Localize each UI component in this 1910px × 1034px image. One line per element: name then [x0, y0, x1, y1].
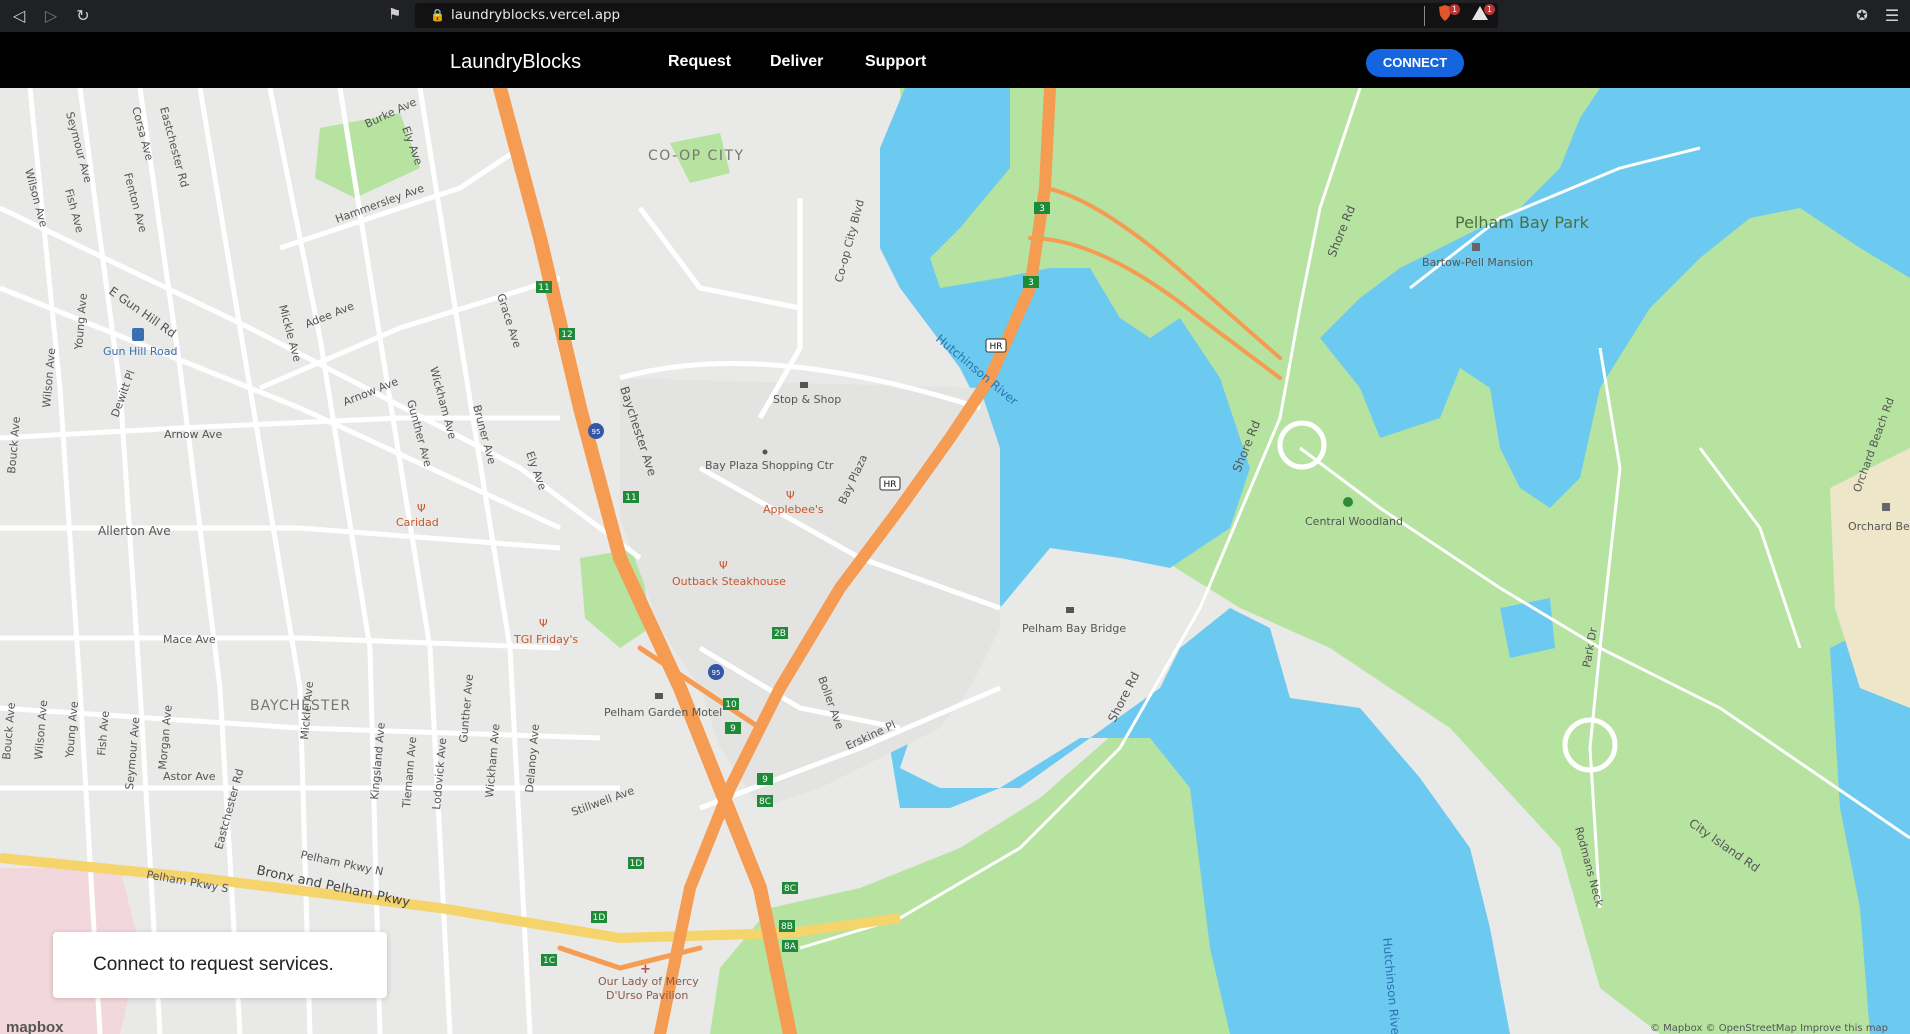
label-fenton-ave: Fenton Ave: [121, 171, 149, 234]
exit-marker-1d-b: 1D: [593, 913, 606, 923]
bridge-icon: [1066, 607, 1074, 613]
hr-shield-2-text: HR: [883, 480, 896, 490]
label-bouck-ave: Bouck Ave: [5, 416, 23, 474]
label-orchard-beach: Orchard Bea: [1848, 520, 1910, 533]
label-bay-plaza: Bay Plaza Shopping Ctr: [705, 459, 834, 472]
nav-request[interactable]: Request: [668, 53, 731, 71]
label-caridad: Caridad: [396, 516, 439, 529]
toast-message: Connect to request services.: [93, 954, 334, 975]
map-svg: CO-OP CITY Pelham Bay Park Bartow-Pell M…: [0, 88, 1910, 1034]
label-eastchester-rd: Eastchester Rd: [157, 105, 191, 189]
exit-marker-12: 12: [561, 330, 572, 340]
nav-support[interactable]: Support: [865, 53, 926, 71]
nav-deliver[interactable]: Deliver: [770, 53, 823, 71]
label-fish-ave: Fish Ave: [62, 187, 86, 234]
toolbar-separator: [1424, 6, 1425, 26]
label-fish-ave-2: Fish Ave: [95, 710, 112, 756]
tree-icon: [1343, 497, 1353, 507]
app-header: LaundryBlocks Request Deliver Support CO…: [0, 32, 1910, 88]
url-text: laundryblocks.vercel.app: [451, 7, 621, 23]
label-seymour-ave-2: Seymour Ave: [123, 716, 142, 790]
label-central-woodland: Central Woodland: [1305, 515, 1403, 528]
label-young-ave: Young Ave: [72, 293, 90, 352]
back-icon[interactable]: ◁: [8, 5, 30, 27]
subway-icon: [132, 328, 144, 341]
shop-icon: [800, 382, 808, 388]
label-young-ave-2: Young Ave: [63, 701, 81, 760]
museum-icon: [1472, 243, 1480, 251]
exit-marker-1d-a: 1D: [630, 859, 643, 869]
exit-marker-9a: 9: [730, 724, 736, 734]
reload-icon[interactable]: ↻: [72, 5, 94, 27]
hospital-icon: +: [640, 962, 651, 977]
label-arnow-ave: Arnow Ave: [164, 428, 222, 441]
forward-icon[interactable]: ▷: [40, 5, 62, 27]
brand-logo[interactable]: LaundryBlocks: [450, 51, 581, 74]
beach-icon: [1882, 503, 1890, 511]
lodging-icon: [655, 693, 663, 699]
label-tiemann-ave: Tiemann Ave: [400, 736, 419, 809]
hr-shield-1-text: HR: [989, 342, 1002, 352]
map-canvas[interactable]: CO-OP CITY Pelham Bay Park Bartow-Pell M…: [0, 88, 1910, 1034]
restaurant-icon-caridad: Ψ: [417, 502, 426, 515]
exit-marker-11b: 11: [625, 493, 636, 503]
connect-button[interactable]: CONNECT: [1366, 49, 1464, 77]
alert-badge: 1: [1484, 4, 1495, 15]
restaurant-icon-outback: Ψ: [719, 559, 728, 572]
label-morgan-ave: Morgan Ave: [156, 704, 175, 770]
mall-icon: [762, 449, 768, 455]
label-pelham-bay-park: Pelham Bay Park: [1455, 213, 1590, 232]
label-mace-ave: Mace Ave: [163, 633, 216, 646]
label-bartow: Bartow-Pell Mansion: [1422, 256, 1533, 269]
exit-marker-8b: 8B: [781, 922, 793, 932]
lock-icon: 🔒: [430, 8, 445, 22]
bookmark-icon[interactable]: ⚑: [388, 5, 401, 23]
extensions-icon[interactable]: ✪: [1851, 5, 1873, 27]
label-pelham-bay-bridge: Pelham Bay Bridge: [1022, 622, 1126, 635]
label-co-op-city: CO-OP CITY: [648, 148, 745, 164]
label-grace-ave: Grace Ave: [494, 292, 524, 350]
label-wilson-ave-2: Wilson Ave: [40, 347, 58, 408]
shield-badge: 1: [1449, 4, 1460, 15]
restaurant-icon-tgi: Ψ: [539, 617, 548, 630]
map-attribution[interactable]: © Mapbox © OpenStreetMap Improve this ma…: [1650, 1023, 1888, 1034]
exit-marker-2b: 2B: [774, 629, 786, 639]
i95-shield-1-text: 95: [592, 428, 601, 436]
label-allerton-ave: Allerton Ave: [98, 524, 171, 538]
label-co-op-city-blvd: Co-op City Blvd: [832, 198, 867, 284]
address-bar[interactable]: 🔒 laundryblocks.vercel.app: [415, 3, 1498, 28]
exit-marker-8c: 8C: [759, 797, 771, 807]
exit-marker-3b: 3: [1028, 278, 1034, 288]
label-mickle-ave: Mickle Ave: [276, 303, 304, 363]
exit-marker-1c: 1C: [543, 956, 555, 966]
exit-marker-3a: 3: [1039, 204, 1045, 214]
label-dewitt-pl: Dewitt Pl: [109, 368, 138, 419]
exit-marker-8a: 8A: [784, 942, 797, 952]
label-stop-shop: Stop & Shop: [773, 393, 841, 406]
label-corsa-ave: Corsa Ave: [129, 105, 156, 162]
menu-icon[interactable]: ☰: [1881, 5, 1903, 27]
label-tgi: TGI Friday's: [513, 633, 578, 646]
label-gun-hill-road: Gun Hill Road: [103, 345, 178, 358]
label-applebees: Applebee's: [763, 503, 824, 516]
connect-prompt-toast: Connect to request services.: [53, 932, 387, 998]
browser-toolbar: ◁ ▷ ↻ ⚑ 🔒 laundryblocks.vercel.app 1 1 ✪…: [0, 0, 1910, 32]
exit-marker-9b: 9: [762, 775, 768, 785]
exit-marker-11a: 11: [538, 283, 549, 293]
label-our-lady-2: D'Urso Pavilion: [606, 989, 688, 1002]
restaurant-icon-applebees: Ψ: [786, 489, 795, 502]
i95-shield-2-text: 95: [712, 669, 721, 677]
mapbox-logo[interactable]: mapbox: [6, 1019, 64, 1034]
label-outback: Outback Steakhouse: [672, 575, 786, 588]
exit-marker-10: 10: [725, 700, 737, 710]
exit-marker-8c-2: 8C: [784, 884, 796, 894]
label-astor-ave: Astor Ave: [163, 770, 216, 783]
label-pelham-garden-motel: Pelham Garden Motel: [604, 706, 722, 719]
